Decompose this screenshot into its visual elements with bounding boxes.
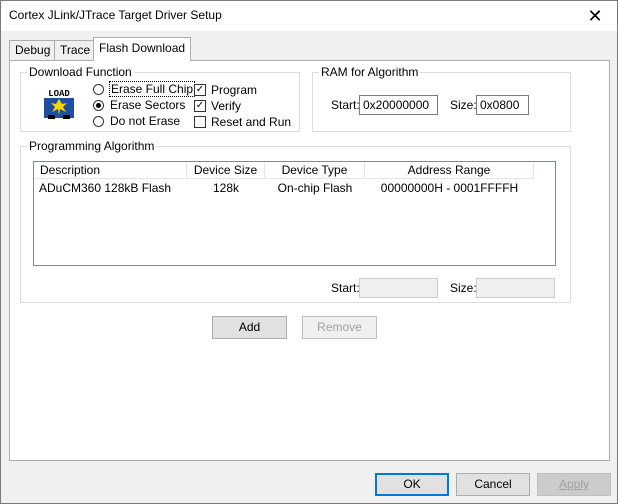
ram-size-label: Size: [450, 98, 477, 112]
ram-start-input[interactable] [359, 95, 438, 115]
radio-off-icon [93, 115, 104, 127]
ok-button[interactable]: OK [375, 473, 449, 496]
ram-size-input[interactable] [476, 95, 529, 115]
close-icon: ✕ [587, 5, 603, 26]
reset-and-run-checkbox[interactable]: Reset and Run [194, 115, 291, 129]
column-description[interactable]: Description [34, 162, 187, 179]
group-label: Download Function [27, 65, 134, 79]
column-device-type[interactable]: Device Type [265, 162, 365, 179]
algorithm-list[interactable]: Description Device Size Device Type Addr… [33, 161, 556, 266]
cell-device-type: On-chip Flash [277, 181, 353, 195]
checkmark-icon: ✓ [194, 84, 206, 96]
erase-full-chip-radio[interactable]: Erase Full Chip [93, 81, 196, 97]
algorithm-size-label: Size: [450, 281, 477, 295]
tab-debug[interactable]: Debug [9, 40, 57, 60]
program-checkbox[interactable]: ✓ Program [194, 83, 257, 97]
window-title: Cortex JLink/JTrace Target Driver Setup [9, 8, 222, 22]
algorithm-start-input[interactable] [359, 278, 438, 298]
list-header: Description Device Size Device Type Addr… [34, 162, 534, 179]
tab-label: Flash Download [99, 41, 186, 55]
tab-flash-download[interactable]: Flash Download [93, 37, 192, 61]
cell-device-size: 128k [212, 181, 240, 195]
checkbox-label: Reset and Run [211, 115, 292, 129]
checkmark-icon: ✓ [194, 100, 206, 112]
empty-checkbox-icon [194, 116, 206, 128]
algorithm-start-label: Start: [331, 281, 360, 295]
apply-button[interactable]: Apply [537, 473, 611, 496]
radio-label: Do not Erase [110, 114, 181, 128]
checkbox-label: Verify [211, 99, 242, 113]
load-icon-text: LOAD [48, 89, 70, 99]
radio-off-icon [93, 83, 104, 95]
group-label: RAM for Algorithm [319, 65, 421, 79]
dialog-window: Cortex JLink/JTrace Target Driver Setup … [0, 0, 618, 504]
erase-sectors-radio[interactable]: Erase Sectors [93, 98, 185, 112]
add-button[interactable]: Add [212, 316, 287, 339]
cell-address-range: 00000000H - 0001FFFFH [380, 181, 519, 195]
ram-start-label: Start: [331, 98, 360, 112]
tab-label: Trace [60, 43, 91, 57]
close-button[interactable]: ✕ [573, 1, 617, 31]
title-bar[interactable]: Cortex JLink/JTrace Target Driver Setup … [1, 1, 617, 31]
group-label: Programming Algorithm [27, 139, 157, 153]
verify-checkbox[interactable]: ✓ Verify [194, 99, 241, 113]
algorithm-size-input[interactable] [476, 278, 555, 298]
cell-description: ADuCM360 128kB Flash [39, 181, 172, 195]
column-address-range[interactable]: Address Range [365, 162, 534, 179]
do-not-erase-radio[interactable]: Do not Erase [93, 114, 180, 128]
tab-label: Debug [15, 43, 51, 57]
radio-on-icon [93, 99, 104, 111]
load-icon: LOAD [44, 89, 74, 119]
table-row[interactable]: ADuCM360 128kB Flash 128k On-chip Flash … [34, 181, 534, 197]
column-device-size[interactable]: Device Size [187, 162, 265, 179]
checkbox-label: Program [211, 83, 258, 97]
tab-trace[interactable]: Trace [54, 40, 97, 60]
radio-label: Erase Sectors [110, 98, 186, 112]
cancel-button[interactable]: Cancel [456, 473, 530, 496]
remove-button[interactable]: Remove [302, 316, 377, 339]
radio-label: Erase Full Chip [108, 81, 196, 97]
